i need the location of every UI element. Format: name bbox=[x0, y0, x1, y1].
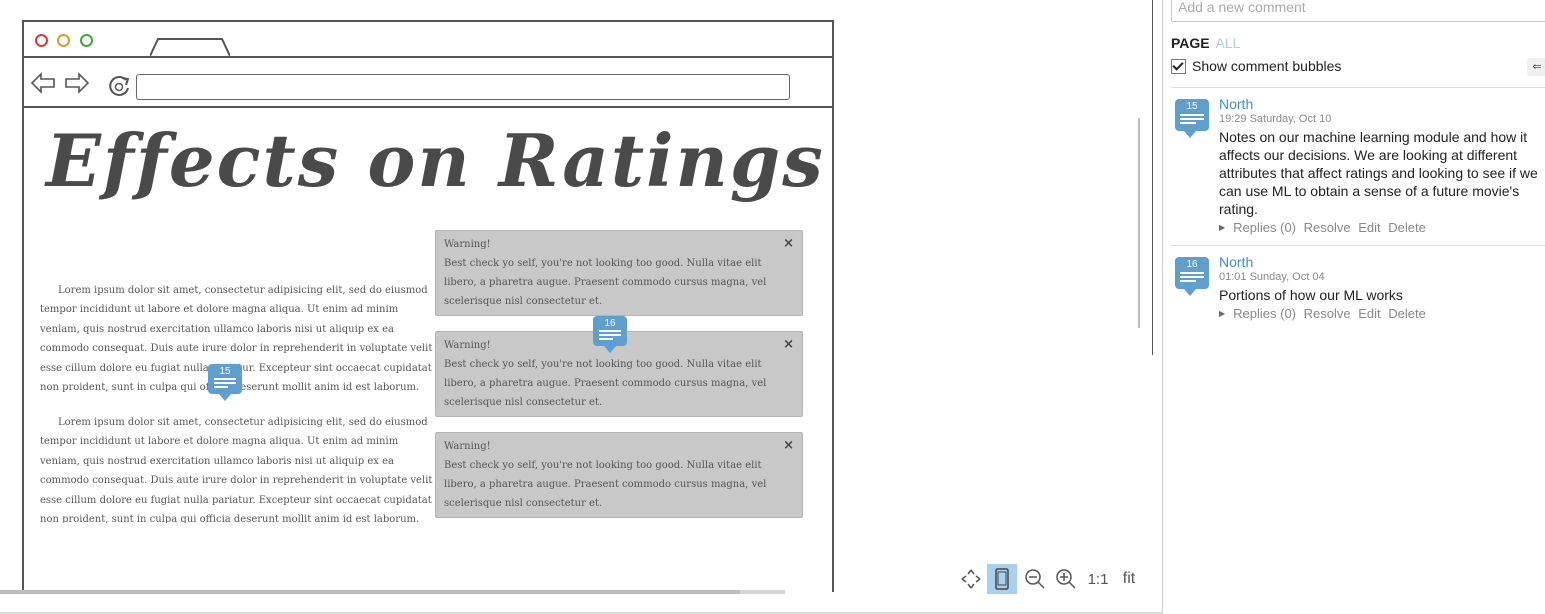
comment-lines-icon bbox=[1180, 272, 1204, 284]
minimize-dot-icon bbox=[57, 34, 70, 47]
zoom-in-icon bbox=[1056, 569, 1076, 589]
page-title: Effects on Ratings bbox=[46, 118, 825, 203]
comment-bubble-15[interactable]: 15 bbox=[208, 364, 242, 401]
comment-item[interactable]: 15 North 19:29 Saturday, Oct 10 Notes on… bbox=[1171, 96, 1545, 236]
scope-all-tab[interactable]: ALL bbox=[1216, 35, 1241, 51]
comment-author[interactable]: North bbox=[1219, 96, 1545, 112]
delete-link[interactable]: Delete bbox=[1388, 306, 1426, 321]
url-bar bbox=[136, 74, 790, 100]
comment-body: North 01:01 Sunday, Oct 04 Portions of h… bbox=[1219, 254, 1545, 322]
bubble-number: 15 bbox=[219, 366, 231, 377]
warning-title: Warning! bbox=[444, 441, 491, 452]
pan-button[interactable] bbox=[956, 564, 986, 594]
show-bubbles-label: Show comment bubbles bbox=[1192, 58, 1342, 74]
device-button[interactable] bbox=[987, 564, 1017, 594]
design-canvas[interactable]: Effects on Ratings Lorem ipsum dolor sit… bbox=[0, 0, 1140, 592]
zoom-in-button[interactable] bbox=[1051, 564, 1081, 594]
browser-toolbar bbox=[24, 58, 832, 108]
warning-title: Warning! bbox=[444, 239, 491, 250]
warning-text: Best check yo self, you're not looking t… bbox=[444, 359, 767, 408]
comment-actions: ▶ Replies (0) Resolve Edit Delete bbox=[1219, 306, 1545, 322]
comment-bubble-16[interactable]: 16 bbox=[593, 316, 627, 353]
comment-author[interactable]: North bbox=[1219, 254, 1545, 270]
comment-actions: ▶ Replies (0) Resolve Edit Delete bbox=[1219, 220, 1545, 236]
close-icon[interactable]: × bbox=[783, 436, 794, 455]
warning-box: Warning! Best check yo self, you're not … bbox=[435, 432, 803, 518]
comment-lines-icon bbox=[1180, 114, 1204, 126]
expand-triangle-icon[interactable]: ▶ bbox=[1219, 309, 1225, 318]
comment-text: Portions of how our ML works bbox=[1219, 287, 1403, 303]
replies-link[interactable]: Replies (0) bbox=[1233, 306, 1296, 321]
resolve-link[interactable]: Resolve bbox=[1304, 306, 1351, 321]
zoom-out-button[interactable] bbox=[1020, 564, 1050, 594]
back-arrow-icon bbox=[30, 72, 55, 94]
resolve-link[interactable]: Resolve bbox=[1304, 220, 1351, 235]
maximize-dot-icon bbox=[80, 34, 93, 47]
browser-tab-icon bbox=[150, 38, 230, 56]
comment-number: 16 bbox=[1186, 259, 1198, 270]
show-bubbles-toggle[interactable]: Show comment bubbles bbox=[1171, 58, 1341, 74]
comment-timestamp: 19:29 Saturday, Oct 10 bbox=[1219, 113, 1332, 125]
comment-number: 15 bbox=[1186, 101, 1198, 112]
delete-link[interactable]: Delete bbox=[1388, 220, 1426, 235]
close-icon[interactable]: × bbox=[783, 234, 794, 253]
expand-triangle-icon[interactable]: ▶ bbox=[1219, 223, 1225, 232]
lorem-paragraph: Lorem ipsum dolor sit amet, consectetur … bbox=[40, 417, 433, 523]
scope-page-tab[interactable]: PAGE bbox=[1171, 35, 1210, 51]
fit-button[interactable]: fit bbox=[1114, 564, 1144, 594]
warning-text: Best check yo self, you're not looking t… bbox=[444, 460, 767, 509]
show-bubbles-checkbox[interactable] bbox=[1171, 58, 1186, 74]
close-dot-icon bbox=[35, 34, 48, 47]
edit-link[interactable]: Edit bbox=[1358, 306, 1380, 321]
comment-body: North 19:29 Saturday, Oct 10 Notes on ou… bbox=[1219, 96, 1545, 236]
warning-text: Best check yo self, you're not looking t… bbox=[444, 258, 767, 307]
comment-lines-icon bbox=[214, 378, 236, 390]
close-icon[interactable]: × bbox=[783, 335, 794, 354]
panel-splitter[interactable] bbox=[1152, 0, 1153, 355]
comment-bubble-icon: 16 bbox=[1175, 257, 1209, 296]
forward-arrow-icon bbox=[65, 72, 90, 94]
bubble-number: 16 bbox=[604, 318, 616, 329]
comment-scope: PAGE ALL bbox=[1171, 35, 1240, 51]
comment-timestamp: 01:01 Sunday, Oct 04 bbox=[1219, 271, 1325, 283]
comment-text: Notes on our machine learning module and… bbox=[1219, 129, 1538, 217]
browser-titlebar bbox=[24, 22, 832, 58]
warning-box: Warning! Best check yo self, you're not … bbox=[435, 230, 803, 316]
comments-panel: Add a new comment PAGE ALL Show comment … bbox=[1162, 0, 1545, 614]
device-icon bbox=[995, 568, 1009, 590]
zoom-out-icon bbox=[1025, 569, 1045, 589]
divider bbox=[1171, 87, 1545, 88]
replies-link[interactable]: Replies (0) bbox=[1233, 220, 1296, 235]
comment-item[interactable]: 16 North 01:01 Sunday, Oct 04 Portions o… bbox=[1171, 254, 1545, 324]
new-comment-input[interactable]: Add a new comment bbox=[1171, 0, 1545, 22]
comment-bubble-icon: 15 bbox=[1175, 99, 1209, 138]
pan-arrows-icon bbox=[961, 569, 981, 589]
vertical-scrollbar[interactable] bbox=[1138, 118, 1140, 328]
reload-icon bbox=[109, 75, 130, 96]
comment-lines-icon bbox=[599, 330, 621, 342]
panel-options-button[interactable]: ⇐ bbox=[1527, 58, 1545, 76]
horizontal-scrollbar-thumb[interactable] bbox=[0, 590, 740, 594]
edit-link[interactable]: Edit bbox=[1358, 220, 1380, 235]
actual-size-button[interactable]: 1:1 bbox=[1083, 564, 1113, 594]
divider bbox=[1171, 245, 1545, 246]
